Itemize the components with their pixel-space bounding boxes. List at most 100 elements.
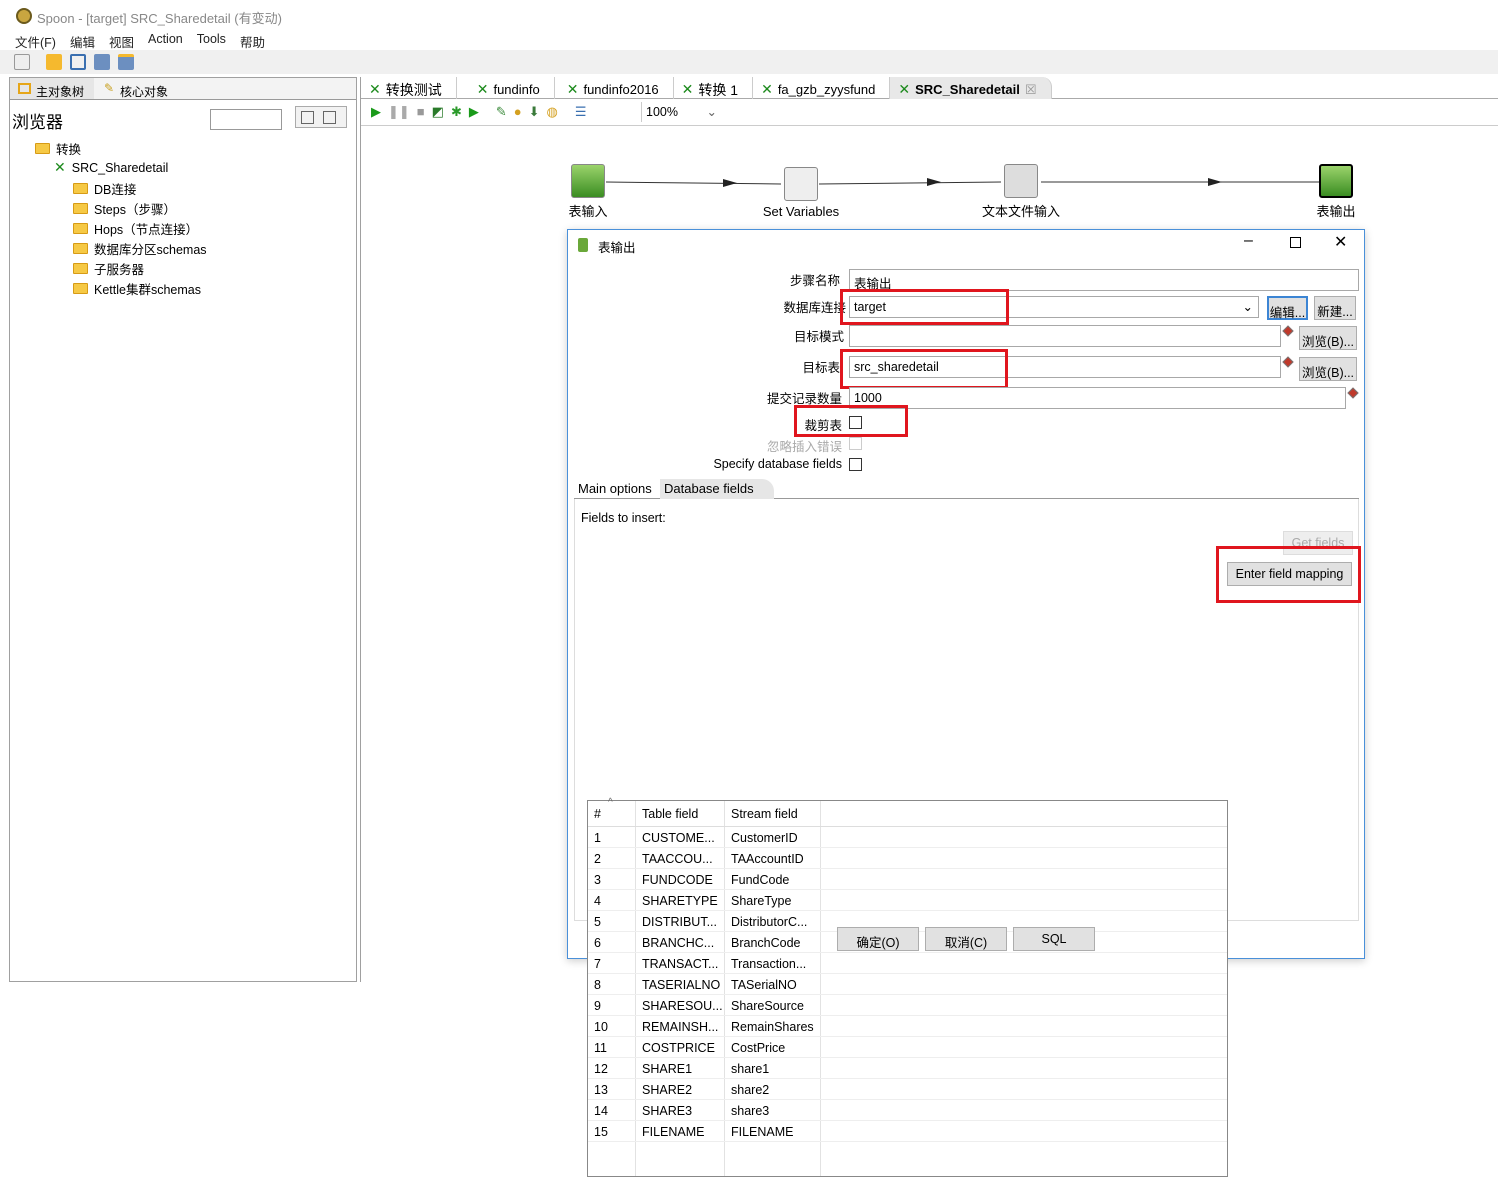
row-number[interactable]: 13 bbox=[594, 1083, 608, 1097]
row-number[interactable]: 1 bbox=[594, 831, 601, 845]
tab-database-fields[interactable]: Database fields bbox=[660, 479, 774, 499]
table-row[interactable]: 3 FUNDCODE FundCode bbox=[588, 869, 1227, 890]
new-file-icon[interactable] bbox=[14, 54, 30, 70]
table-field-cell[interactable]: COSTPRICE bbox=[642, 1041, 715, 1055]
table-row[interactable]: 12 SHARE1 share1 bbox=[588, 1058, 1227, 1079]
stream-field-cell[interactable]: CustomerID bbox=[731, 831, 798, 845]
browse-table-button[interactable]: 浏览(B)... bbox=[1299, 357, 1357, 381]
row-number[interactable]: 12 bbox=[594, 1062, 608, 1076]
table-field-cell[interactable]: SHARE2 bbox=[642, 1083, 692, 1097]
row-number[interactable]: 7 bbox=[594, 957, 601, 971]
step-name-input[interactable]: 表输出 bbox=[849, 269, 1359, 291]
tree-item[interactable]: 数据库分区schemas bbox=[73, 239, 207, 258]
tab-core-objects[interactable]: ✎ 核心对象 bbox=[94, 78, 178, 99]
stream-field-cell[interactable]: share1 bbox=[731, 1062, 769, 1076]
tree-item[interactable]: ✕ SRC_Sharedetail bbox=[54, 159, 168, 176]
step-table-input[interactable]: 表输入 bbox=[563, 164, 613, 220]
explore-icon[interactable] bbox=[70, 54, 86, 70]
menu-view[interactable]: 视图 bbox=[109, 32, 134, 50]
browse-schema-button[interactable]: 浏览(B)... bbox=[1299, 326, 1357, 350]
stream-field-cell[interactable]: RemainShares bbox=[731, 1020, 814, 1034]
stream-field-cell[interactable]: BranchCode bbox=[731, 936, 801, 950]
table-row[interactable]: 1 CUSTOME... CustomerID bbox=[588, 827, 1227, 848]
table-row[interactable]: 14 SHARE3 share3 bbox=[588, 1100, 1227, 1121]
row-number[interactable]: 11 bbox=[594, 1041, 607, 1055]
menu-file[interactable]: 文件(F) bbox=[15, 32, 56, 50]
ignore-errors-checkbox[interactable] bbox=[849, 437, 862, 450]
table-row[interactable]: 2 TAACCOU... TAAccountID bbox=[588, 848, 1227, 869]
menu-tools[interactable]: Tools bbox=[197, 32, 226, 50]
specify-fields-checkbox[interactable] bbox=[849, 458, 862, 471]
row-number[interactable]: 3 bbox=[594, 873, 601, 887]
row-number[interactable]: 9 bbox=[594, 999, 601, 1013]
new-connection-button[interactable]: 新建... bbox=[1314, 296, 1356, 320]
stream-field-cell[interactable]: FILENAME bbox=[731, 1125, 794, 1139]
table-field-cell[interactable]: CUSTOME... bbox=[642, 831, 715, 845]
ok-button[interactable]: 确定(O) bbox=[837, 927, 919, 951]
table-field-cell[interactable]: FILENAME bbox=[642, 1125, 705, 1139]
collapse-all-icon[interactable] bbox=[323, 111, 336, 124]
open-folder-icon[interactable] bbox=[46, 54, 62, 70]
stream-field-cell[interactable]: ShareSource bbox=[731, 999, 804, 1013]
expand-all-icon[interactable] bbox=[301, 111, 314, 124]
row-number[interactable]: 2 bbox=[594, 852, 601, 866]
table-field-cell[interactable]: TASERIALNO bbox=[642, 978, 720, 992]
tab-main-tree[interactable]: 主对象树 bbox=[10, 78, 95, 99]
tab-main-options[interactable]: Main options bbox=[578, 481, 652, 496]
table-field-cell[interactable]: SHARETYPE bbox=[642, 894, 718, 908]
close-icon[interactable]: ✕ bbox=[1334, 232, 1347, 252]
row-number[interactable]: 14 bbox=[594, 1104, 608, 1118]
table-row[interactable]: 15 FILENAME FILENAME bbox=[588, 1121, 1227, 1142]
menu-action[interactable]: Action bbox=[148, 32, 183, 50]
table-field-cell[interactable]: BRANCHC... bbox=[642, 936, 714, 950]
table-field-cell[interactable]: SHARE3 bbox=[642, 1104, 692, 1118]
table-row[interactable]: 10 REMAINSH... RemainShares bbox=[588, 1016, 1227, 1037]
table-row[interactable]: 9 SHARESOU... ShareSource bbox=[588, 995, 1227, 1016]
step-table-output[interactable]: 表输出 bbox=[1311, 164, 1361, 220]
table-field-cell[interactable]: SHARESOU... bbox=[642, 999, 723, 1013]
table-field-cell[interactable]: REMAINSH... bbox=[642, 1020, 718, 1034]
sql-button[interactable]: SQL bbox=[1013, 927, 1095, 951]
column-header-number[interactable]: # bbox=[594, 807, 601, 821]
table-field-cell[interactable]: TRANSACT... bbox=[642, 957, 718, 971]
table-field-cell[interactable]: DISTRIBUT... bbox=[642, 915, 717, 929]
row-number[interactable]: 6 bbox=[594, 936, 601, 950]
stream-field-cell[interactable]: TASerialNO bbox=[731, 978, 797, 992]
stream-field-cell[interactable]: ShareType bbox=[731, 894, 791, 908]
stream-field-cell[interactable]: Transaction... bbox=[731, 957, 806, 971]
table-field-cell[interactable]: SHARE1 bbox=[642, 1062, 692, 1076]
minimize-icon[interactable]: – bbox=[1244, 232, 1253, 250]
edit-connection-button[interactable]: 编辑... bbox=[1267, 296, 1308, 320]
tree-search-input[interactable] bbox=[210, 109, 282, 130]
tree-item[interactable]: Steps（步骤） bbox=[73, 199, 176, 218]
tree-item[interactable]: Kettle集群schemas bbox=[73, 279, 201, 298]
row-number[interactable]: 15 bbox=[594, 1125, 608, 1139]
stream-field-cell[interactable]: share2 bbox=[731, 1083, 769, 1097]
table-row[interactable]: 4 SHARETYPE ShareType bbox=[588, 890, 1227, 911]
table-row[interactable]: 8 TASERIALNO TASerialNO bbox=[588, 974, 1227, 995]
stream-field-cell[interactable]: CostPrice bbox=[731, 1041, 785, 1055]
tree-item[interactable]: Hops（节点连接） bbox=[73, 219, 198, 238]
step-set-variables[interactable]: Set Variables bbox=[756, 167, 846, 219]
row-number[interactable]: 8 bbox=[594, 978, 601, 992]
commit-size-input[interactable]: 1000 bbox=[849, 387, 1346, 409]
table-row[interactable]: 11 COSTPRICE CostPrice bbox=[588, 1037, 1227, 1058]
row-number[interactable]: 4 bbox=[594, 894, 601, 908]
stream-field-cell[interactable]: share3 bbox=[731, 1104, 769, 1118]
stream-field-cell[interactable]: TAAccountID bbox=[731, 852, 804, 866]
tree-item[interactable]: 转换 bbox=[35, 139, 81, 158]
save-as-icon[interactable] bbox=[118, 54, 134, 70]
table-row[interactable]: 7 TRANSACT... Transaction... bbox=[588, 953, 1227, 974]
hop-line[interactable] bbox=[605, 181, 782, 185]
table-field-cell[interactable]: TAACCOU... bbox=[642, 852, 713, 866]
menu-edit[interactable]: 编辑 bbox=[70, 32, 95, 50]
maximize-icon[interactable] bbox=[1290, 237, 1301, 248]
column-header-stream-field[interactable]: Stream field bbox=[731, 807, 798, 821]
row-number[interactable]: 5 bbox=[594, 915, 601, 929]
stream-field-cell[interactable]: FundCode bbox=[731, 873, 789, 887]
row-number[interactable]: 10 bbox=[594, 1020, 608, 1034]
table-field-cell[interactable]: FUNDCODE bbox=[642, 873, 713, 887]
save-icon[interactable] bbox=[94, 54, 110, 70]
schema-input[interactable] bbox=[849, 325, 1281, 347]
tree-item[interactable]: 子服务器 bbox=[73, 259, 144, 278]
